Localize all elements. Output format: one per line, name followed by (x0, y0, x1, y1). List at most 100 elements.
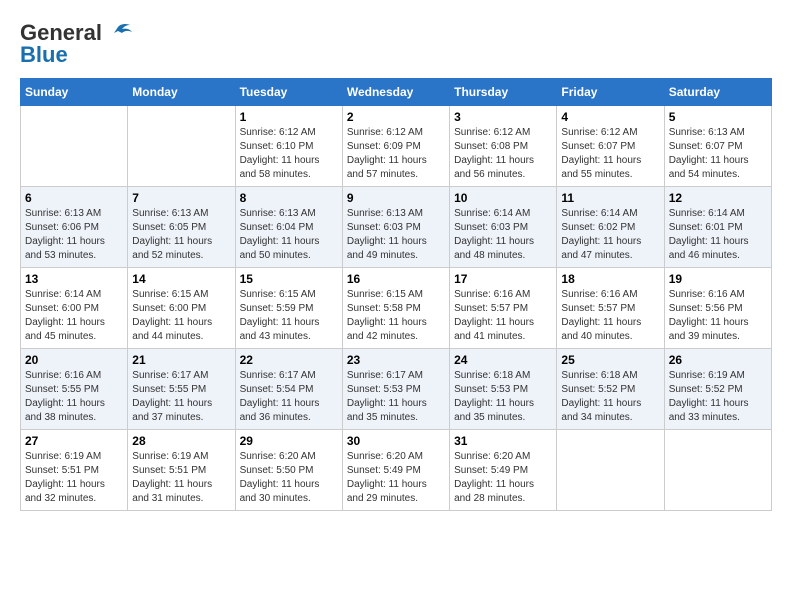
day-info: Sunrise: 6:13 AMSunset: 6:06 PMDaylight:… (25, 207, 123, 263)
day-info: Sunrise: 6:14 AMSunset: 6:03 PMDaylight:… (454, 207, 552, 263)
calendar-cell: 6 Sunrise: 6:13 AMSunset: 6:06 PMDaylight… (21, 187, 128, 268)
calendar-table: SundayMondayTuesdayWednesdayThursdayFrid… (20, 78, 772, 511)
day-info: Sunrise: 6:12 AMSunset: 6:08 PMDaylight:… (454, 126, 552, 182)
day-number: 1 (240, 110, 338, 124)
day-number: 8 (240, 191, 338, 205)
day-number: 15 (240, 272, 338, 286)
day-info: Sunrise: 6:16 AMSunset: 5:57 PMDaylight:… (561, 288, 659, 344)
calendar-cell: 5 Sunrise: 6:13 AMSunset: 6:07 PMDaylight… (664, 106, 771, 187)
day-number: 5 (669, 110, 767, 124)
day-info: Sunrise: 6:12 AMSunset: 6:07 PMDaylight:… (561, 126, 659, 182)
day-number: 18 (561, 272, 659, 286)
day-info: Sunrise: 6:17 AMSunset: 5:54 PMDaylight:… (240, 369, 338, 425)
day-info: Sunrise: 6:18 AMSunset: 5:52 PMDaylight:… (561, 369, 659, 425)
calendar-cell: 17Sunrise: 6:16 AMSunset: 5:57 PMDayligh… (450, 268, 557, 349)
calendar-cell (128, 106, 235, 187)
day-number: 21 (132, 353, 230, 367)
calendar-week-row: 27 Sunrise: 6:19 AMSunset: 5:51 PMDayligh… (21, 430, 772, 511)
day-info: Sunrise: 6:19 AMSunset: 5:51 PMDaylight:… (25, 450, 123, 506)
calendar-cell: 29 Sunrise: 6:20 AMSunset: 5:50 PMDayligh… (235, 430, 342, 511)
calendar-cell: 4Sunrise: 6:12 AMSunset: 6:07 PMDaylight… (557, 106, 664, 187)
day-number: 28 (132, 434, 230, 448)
day-number: 10 (454, 191, 552, 205)
calendar-cell: 13Sunrise: 6:14 AMSunset: 6:00 PMDayligh… (21, 268, 128, 349)
calendar-cell (21, 106, 128, 187)
calendar-cell: 2 Sunrise: 6:12 AMSunset: 6:09 PMDaylight… (342, 106, 449, 187)
logo-text-area: General Blue (20, 20, 132, 68)
day-info: Sunrise: 6:17 AMSunset: 5:55 PMDaylight:… (132, 369, 230, 425)
calendar-cell: 1 Sunrise: 6:12 AMSunset: 6:10 PMDaylight… (235, 106, 342, 187)
calendar-header-wednesday: Wednesday (342, 79, 449, 106)
calendar-cell: 7 Sunrise: 6:13 AMSunset: 6:05 PMDaylight… (128, 187, 235, 268)
day-number: 9 (347, 191, 445, 205)
calendar-cell: 21 Sunrise: 6:17 AMSunset: 5:55 PMDayligh… (128, 349, 235, 430)
calendar-cell: 26 Sunrise: 6:19 AMSunset: 5:52 PMDayligh… (664, 349, 771, 430)
day-info: Sunrise: 6:12 AMSunset: 6:10 PMDaylight:… (240, 126, 338, 182)
day-number: 29 (240, 434, 338, 448)
calendar-cell: 18 Sunrise: 6:16 AMSunset: 5:57 PMDayligh… (557, 268, 664, 349)
day-number: 23 (347, 353, 445, 367)
calendar-cell: 16Sunrise: 6:15 AMSunset: 5:58 PMDayligh… (342, 268, 449, 349)
day-number: 24 (454, 353, 552, 367)
calendar-cell: 30Sunrise: 6:20 AMSunset: 5:49 PMDayligh… (342, 430, 449, 511)
day-info: Sunrise: 6:12 AMSunset: 6:09 PMDaylight:… (347, 126, 445, 182)
calendar-header-saturday: Saturday (664, 79, 771, 106)
calendar-header-friday: Friday (557, 79, 664, 106)
day-info: Sunrise: 6:14 AMSunset: 6:01 PMDaylight:… (669, 207, 767, 263)
day-info: Sunrise: 6:16 AMSunset: 5:56 PMDaylight:… (669, 288, 767, 344)
day-number: 20 (25, 353, 123, 367)
calendar-week-row: 1 Sunrise: 6:12 AMSunset: 6:10 PMDaylight… (21, 106, 772, 187)
calendar-cell (557, 430, 664, 511)
day-info: Sunrise: 6:15 AMSunset: 6:00 PMDaylight:… (132, 288, 230, 344)
day-info: Sunrise: 6:14 AMSunset: 6:02 PMDaylight:… (561, 207, 659, 263)
day-number: 27 (25, 434, 123, 448)
calendar-cell: 24 Sunrise: 6:18 AMSunset: 5:53 PMDayligh… (450, 349, 557, 430)
calendar-week-row: 6 Sunrise: 6:13 AMSunset: 6:06 PMDaylight… (21, 187, 772, 268)
day-info: Sunrise: 6:17 AMSunset: 5:53 PMDaylight:… (347, 369, 445, 425)
calendar-cell: 15 Sunrise: 6:15 AMSunset: 5:59 PMDayligh… (235, 268, 342, 349)
day-info: Sunrise: 6:19 AMSunset: 5:52 PMDaylight:… (669, 369, 767, 425)
calendar-cell: 11 Sunrise: 6:14 AMSunset: 6:02 PMDayligh… (557, 187, 664, 268)
day-number: 14 (132, 272, 230, 286)
calendar-cell: 25 Sunrise: 6:18 AMSunset: 5:52 PMDayligh… (557, 349, 664, 430)
calendar-cell: 10 Sunrise: 6:14 AMSunset: 6:03 PMDayligh… (450, 187, 557, 268)
day-number: 2 (347, 110, 445, 124)
day-info: Sunrise: 6:20 AMSunset: 5:49 PMDaylight:… (454, 450, 552, 506)
day-number: 11 (561, 191, 659, 205)
day-number: 3 (454, 110, 552, 124)
day-number: 26 (669, 353, 767, 367)
calendar-cell: 8 Sunrise: 6:13 AMSunset: 6:04 PMDaylight… (235, 187, 342, 268)
day-info: Sunrise: 6:13 AMSunset: 6:05 PMDaylight:… (132, 207, 230, 263)
day-info: Sunrise: 6:14 AMSunset: 6:00 PMDaylight:… (25, 288, 123, 344)
day-number: 22 (240, 353, 338, 367)
logo-blue: Blue (20, 42, 68, 68)
calendar-week-row: 13Sunrise: 6:14 AMSunset: 6:00 PMDayligh… (21, 268, 772, 349)
day-number: 6 (25, 191, 123, 205)
day-info: Sunrise: 6:20 AMSunset: 5:49 PMDaylight:… (347, 450, 445, 506)
day-info: Sunrise: 6:15 AMSunset: 5:59 PMDaylight:… (240, 288, 338, 344)
day-info: Sunrise: 6:18 AMSunset: 5:53 PMDaylight:… (454, 369, 552, 425)
logo: General Blue (20, 20, 132, 68)
day-info: Sunrise: 6:16 AMSunset: 5:55 PMDaylight:… (25, 369, 123, 425)
calendar-cell: 3 Sunrise: 6:12 AMSunset: 6:08 PMDaylight… (450, 106, 557, 187)
day-info: Sunrise: 6:15 AMSunset: 5:58 PMDaylight:… (347, 288, 445, 344)
day-number: 19 (669, 272, 767, 286)
calendar-cell: 27 Sunrise: 6:19 AMSunset: 5:51 PMDayligh… (21, 430, 128, 511)
calendar-cell: 23 Sunrise: 6:17 AMSunset: 5:53 PMDayligh… (342, 349, 449, 430)
calendar-week-row: 20 Sunrise: 6:16 AMSunset: 5:55 PMDayligh… (21, 349, 772, 430)
calendar-cell: 12Sunrise: 6:14 AMSunset: 6:01 PMDayligh… (664, 187, 771, 268)
calendar-cell: 22 Sunrise: 6:17 AMSunset: 5:54 PMDayligh… (235, 349, 342, 430)
day-number: 7 (132, 191, 230, 205)
day-info: Sunrise: 6:19 AMSunset: 5:51 PMDaylight:… (132, 450, 230, 506)
day-number: 17 (454, 272, 552, 286)
day-info: Sunrise: 6:13 AMSunset: 6:07 PMDaylight:… (669, 126, 767, 182)
day-info: Sunrise: 6:13 AMSunset: 6:04 PMDaylight:… (240, 207, 338, 263)
calendar-header-tuesday: Tuesday (235, 79, 342, 106)
calendar-cell: 19 Sunrise: 6:16 AMSunset: 5:56 PMDayligh… (664, 268, 771, 349)
calendar-cell: 31Sunrise: 6:20 AMSunset: 5:49 PMDayligh… (450, 430, 557, 511)
calendar-cell: 20 Sunrise: 6:16 AMSunset: 5:55 PMDayligh… (21, 349, 128, 430)
day-number: 25 (561, 353, 659, 367)
calendar-cell: 28 Sunrise: 6:19 AMSunset: 5:51 PMDayligh… (128, 430, 235, 511)
day-info: Sunrise: 6:13 AMSunset: 6:03 PMDaylight:… (347, 207, 445, 263)
day-info: Sunrise: 6:20 AMSunset: 5:50 PMDaylight:… (240, 450, 338, 506)
